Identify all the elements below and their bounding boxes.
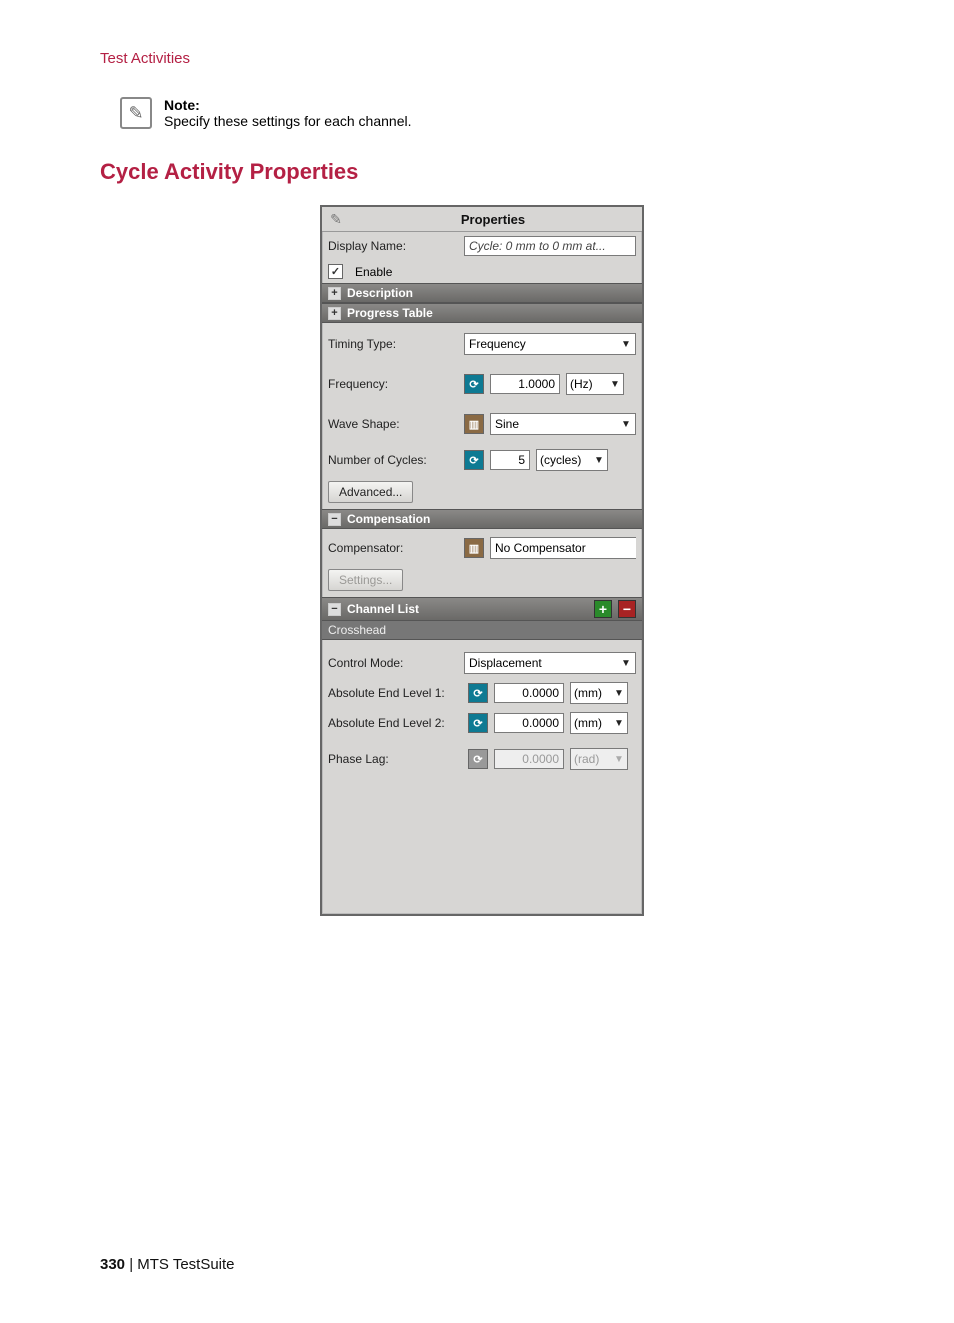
collapse-icon[interactable]: −	[328, 513, 341, 526]
cycles-input[interactable]	[490, 450, 530, 470]
chevron-down-icon: ▼	[611, 688, 627, 699]
collapse-icon[interactable]: −	[328, 603, 341, 616]
enable-checkbox[interactable]: ✓	[328, 264, 343, 279]
note-label: Note:	[164, 97, 200, 113]
chevron-down-icon: ▼	[611, 754, 627, 765]
row-timing-type: Timing Type: Frequency ▼	[322, 329, 642, 359]
panel-title-bar: ✎ Properties	[322, 207, 642, 232]
pencil-icon: ✎	[328, 211, 344, 227]
abs1-input[interactable]	[494, 683, 564, 703]
phase-label: Phase Lag:	[328, 752, 462, 766]
frequency-input[interactable]	[490, 374, 560, 394]
variable-icon[interactable]: ⟳	[468, 713, 488, 733]
row-display-name: Display Name:	[322, 232, 642, 260]
abs2-input[interactable]	[494, 713, 564, 733]
list-icon[interactable]: ▥	[464, 538, 484, 558]
chevron-down-icon: ▼	[611, 718, 627, 729]
frequency-unit-select[interactable]: (Hz) ▼	[566, 373, 624, 395]
chevron-down-icon: ▼	[591, 455, 607, 466]
compensator-select[interactable]: No Compensator	[490, 537, 636, 559]
row-cycles: Number of Cycles: ⟳ (cycles) ▼	[322, 445, 642, 475]
variable-icon: ⟳	[468, 749, 488, 769]
frequency-unit: (Hz)	[567, 377, 607, 391]
panel-title: Properties	[350, 212, 636, 227]
control-mode-select[interactable]: Displacement ▼	[464, 652, 636, 674]
advanced-button[interactable]: Advanced...	[328, 481, 413, 503]
chevron-down-icon: ▼	[617, 414, 635, 434]
chevron-down-icon: ▼	[617, 334, 635, 354]
row-wave-shape: Wave Shape: ▥ Sine ▼	[322, 409, 642, 439]
section-compensation[interactable]: − Compensation	[322, 509, 642, 529]
frequency-label: Frequency:	[328, 377, 458, 391]
row-control-mode: Control Mode: Displacement ▼	[322, 648, 642, 678]
phase-input	[494, 749, 564, 769]
section-channel-label: Channel List	[347, 602, 419, 616]
timing-value: Frequency	[465, 337, 617, 351]
section-progress-table[interactable]: + Progress Table	[322, 303, 642, 323]
channel-item[interactable]: Crosshead	[322, 621, 642, 640]
settings-button: Settings...	[328, 569, 403, 591]
compensator-value: No Compensator	[491, 541, 636, 555]
row-enable: ✓ Enable	[322, 260, 642, 283]
chevron-down-icon: ▼	[617, 653, 635, 673]
footer-suite: | MTS TestSuite	[125, 1256, 235, 1273]
section-progress-label: Progress Table	[347, 306, 433, 320]
display-name-label: Display Name:	[328, 239, 458, 253]
chevron-down-icon: ▼	[607, 379, 623, 390]
row-frequency: Frequency: ⟳ (Hz) ▼	[322, 369, 642, 399]
row-abs-end-1: Absolute End Level 1: ⟳ (mm) ▼	[322, 678, 642, 708]
properties-panel: ✎ Properties Display Name: ✓ Enable + De…	[320, 205, 644, 916]
variable-icon[interactable]: ⟳	[468, 683, 488, 703]
abs1-label: Absolute End Level 1:	[328, 686, 462, 700]
abs2-label: Absolute End Level 2:	[328, 716, 462, 730]
cycles-unit-select[interactable]: (cycles) ▼	[536, 449, 608, 471]
note-block: ✎ Note: Specify these settings for each …	[120, 97, 904, 129]
note-icon: ✎	[120, 97, 152, 129]
wave-select[interactable]: Sine ▼	[490, 413, 636, 435]
abs2-unit-select[interactable]: (mm) ▼	[570, 712, 628, 734]
variable-icon[interactable]: ⟳	[464, 450, 484, 470]
section-description-label: Description	[347, 286, 413, 300]
expand-icon[interactable]: +	[328, 287, 341, 300]
abs1-unit: (mm)	[571, 686, 611, 700]
timing-select[interactable]: Frequency ▼	[464, 333, 636, 355]
section-compensation-label: Compensation	[347, 512, 430, 526]
abs2-unit: (mm)	[571, 716, 611, 730]
control-mode-value: Displacement	[465, 656, 617, 670]
section-title: Cycle Activity Properties	[100, 159, 904, 185]
cycles-label: Number of Cycles:	[328, 453, 458, 467]
compensator-label: Compensator:	[328, 541, 458, 555]
phase-unit: (rad)	[571, 752, 611, 766]
wave-label: Wave Shape:	[328, 417, 458, 431]
page-header: Test Activities	[100, 50, 904, 67]
abs1-unit-select[interactable]: (mm) ▼	[570, 682, 628, 704]
section-description[interactable]: + Description	[322, 283, 642, 303]
row-phase-lag: Phase Lag: ⟳ (rad) ▼	[322, 744, 642, 774]
page-footer: 330 | MTS TestSuite	[100, 1256, 904, 1273]
row-abs-end-2: Absolute End Level 2: ⟳ (mm) ▼	[322, 708, 642, 738]
variable-icon[interactable]: ⟳	[464, 374, 484, 394]
control-mode-label: Control Mode:	[328, 656, 458, 670]
cycles-unit: (cycles)	[537, 453, 591, 467]
note-text: Note: Specify these settings for each ch…	[164, 97, 411, 129]
display-name-input[interactable]	[464, 236, 636, 256]
timing-label: Timing Type:	[328, 337, 458, 351]
wave-value: Sine	[491, 417, 617, 431]
phase-unit-select: (rad) ▼	[570, 748, 628, 770]
add-channel-button[interactable]: +	[594, 600, 612, 618]
expand-icon[interactable]: +	[328, 307, 341, 320]
list-icon[interactable]: ▥	[464, 414, 484, 434]
page-number: 330	[100, 1256, 125, 1273]
enable-label: Enable	[355, 265, 392, 279]
remove-channel-button[interactable]: −	[618, 600, 636, 618]
note-body: Specify these settings for each channel.	[164, 113, 411, 129]
section-channel-list[interactable]: − Channel List + −	[322, 597, 642, 621]
row-compensator: Compensator: ▥ No Compensator	[322, 533, 642, 563]
